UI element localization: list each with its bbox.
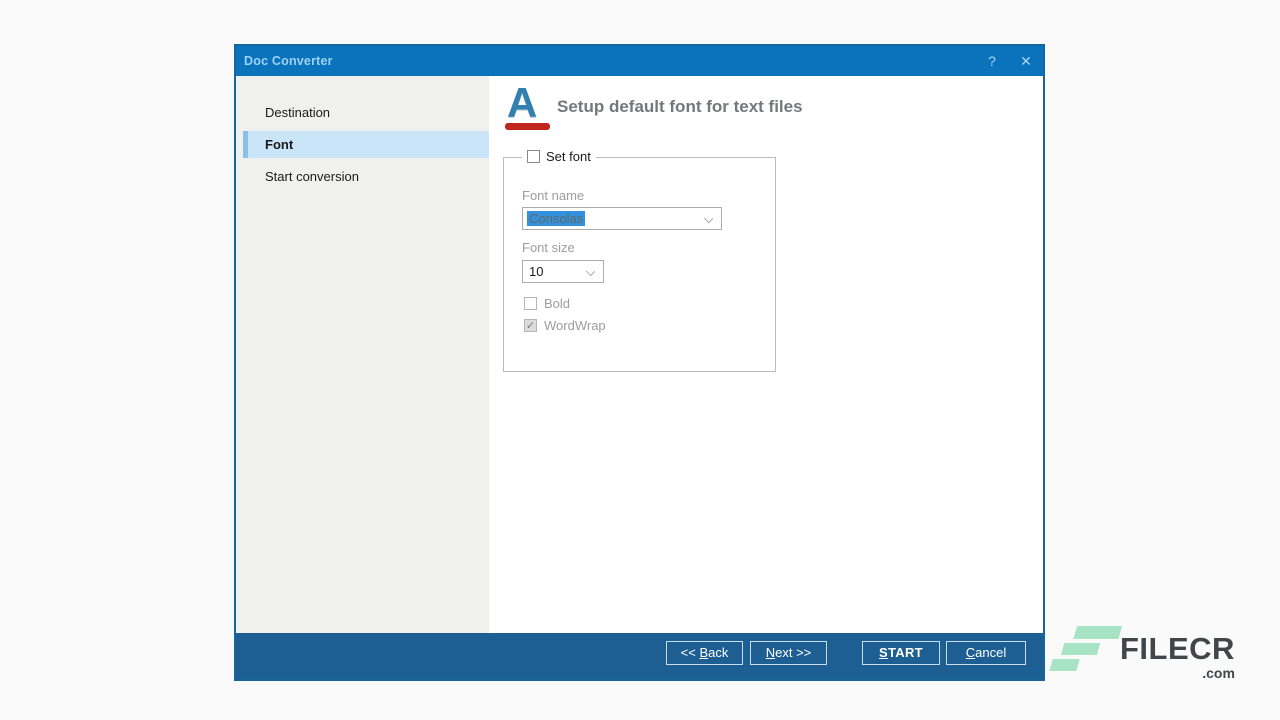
chevron-down-icon: [586, 267, 595, 276]
set-font-groupbox: Set font Font name Consolas Font size 10…: [503, 157, 776, 372]
font-size-value: 10: [529, 264, 543, 279]
logo-bar: [1049, 659, 1079, 671]
filecr-logo-icon: [1049, 625, 1120, 677]
back-button[interactable]: << Back: [666, 641, 743, 665]
sidebar-item-label: Destination: [265, 105, 330, 120]
bold-label: Bold: [544, 296, 570, 311]
window-title: Doc Converter: [244, 54, 333, 68]
page-title: Setup default font for text files: [557, 97, 803, 117]
filecr-brand-text: FILECR: [1120, 633, 1235, 664]
font-letter-icon: A: [505, 82, 551, 134]
main-content: A Setup default font for text files Set …: [489, 76, 1043, 633]
set-font-label: Set font: [546, 149, 591, 164]
font-name-value: Consolas: [527, 211, 585, 226]
next-button[interactable]: Next >>: [750, 641, 827, 665]
bold-option: Bold: [524, 296, 570, 311]
close-icon[interactable]: ✕: [1009, 46, 1043, 76]
sidebar-item-label: Start conversion: [265, 169, 359, 184]
font-size-select[interactable]: 10: [522, 260, 604, 283]
wordwrap-checkbox[interactable]: ✓: [524, 319, 537, 332]
title-bar: Doc Converter ? ✕: [236, 46, 1043, 76]
sidebar-item-label: Font: [265, 137, 293, 152]
sidebar-item-start-conversion[interactable]: Start conversion: [236, 161, 489, 193]
set-font-checkbox[interactable]: [527, 150, 540, 163]
wordwrap-label: WordWrap: [544, 318, 606, 333]
wizard-step-sidebar: Destination Font Start conversion: [236, 76, 489, 633]
cancel-button[interactable]: Cancel: [946, 641, 1026, 665]
font-name-select[interactable]: Consolas: [522, 207, 722, 230]
filecr-watermark: FILECR .com: [1056, 625, 1235, 681]
filecr-tld-text: .com: [1202, 665, 1235, 681]
sidebar-item-destination[interactable]: Destination: [236, 97, 489, 129]
wordwrap-option: ✓ WordWrap: [524, 318, 606, 333]
bold-checkbox[interactable]: [524, 297, 537, 310]
doc-converter-window: Doc Converter ? ✕ Destination Font Start…: [234, 44, 1045, 681]
chevron-down-icon: [704, 214, 713, 223]
selected-accent-bar: [243, 131, 248, 158]
help-icon[interactable]: ?: [975, 46, 1009, 76]
logo-bar: [1061, 643, 1100, 655]
footer-bar: << Back Next >> START Cancel: [236, 633, 1043, 679]
letter-a-glyph: A: [505, 82, 551, 124]
start-button[interactable]: START: [862, 641, 940, 665]
logo-bar: [1073, 626, 1122, 639]
set-font-legend: Set font: [522, 149, 596, 164]
red-underline-bar: [505, 123, 550, 130]
sidebar-item-font[interactable]: Font: [243, 131, 489, 158]
filecr-wordmark: FILECR .com: [1120, 625, 1235, 681]
window-body: Destination Font Start conversion A Setu…: [236, 76, 1043, 633]
font-size-label: Font size: [522, 240, 575, 255]
font-name-label: Font name: [522, 188, 584, 203]
